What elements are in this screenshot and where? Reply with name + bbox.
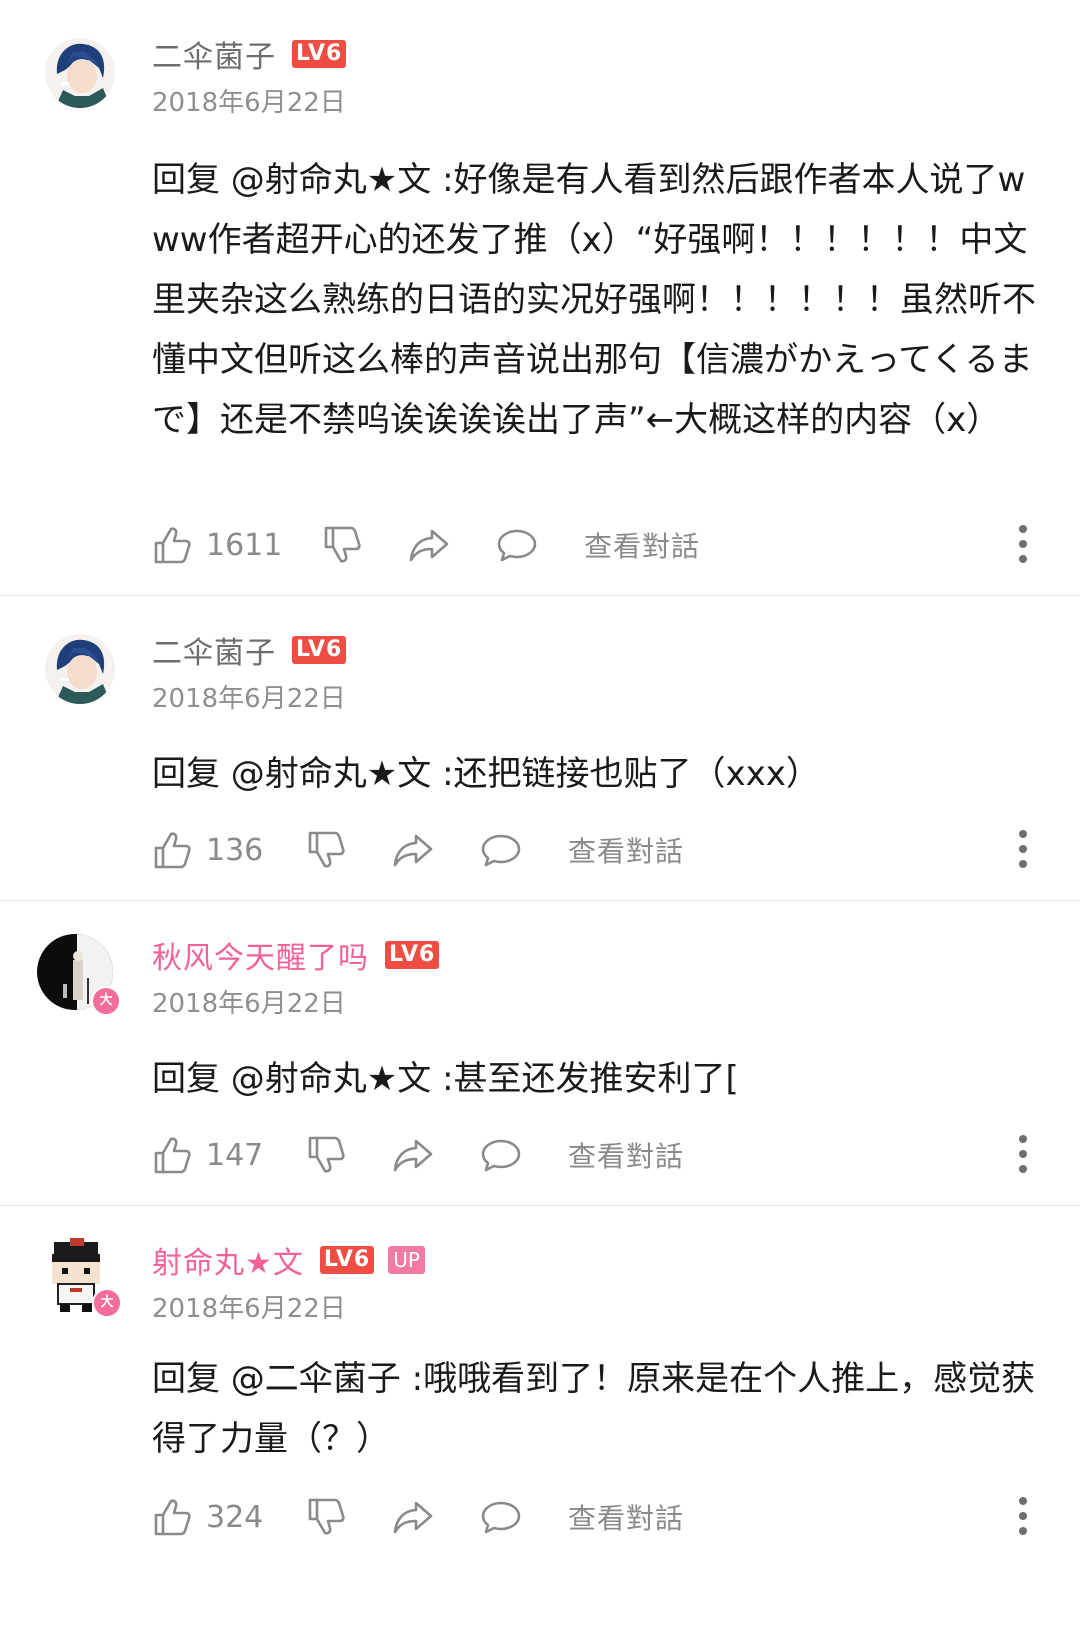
username[interactable]: 二伞菌子 <box>152 32 276 76</box>
like-count: 136 <box>206 832 264 868</box>
more-vertical-icon[interactable] <box>1018 524 1028 564</box>
comment-text: 回复 @射命丸★文 :好像是有人看到然后跟作者本人说了www作者超开心的还发了推… <box>152 160 1036 440</box>
comment-bubble-icon[interactable] <box>480 1135 522 1175</box>
view-conversation-button[interactable]: 查看對話 <box>568 1135 684 1175</box>
username[interactable]: 秋风今天醒了吗 <box>152 933 369 977</box>
comment-bubble-icon[interactable] <box>496 525 538 565</box>
comment-text: 回复 @二伞菌子 :哦哦看到了！原来是在个人推上，感觉获得了力量（？） <box>152 1359 1036 1459</box>
avatar-image <box>45 634 115 704</box>
comment-date: 2018年6月22日 <box>152 989 346 1019</box>
avatar[interactable] <box>45 38 115 108</box>
more-vertical-icon[interactable] <box>1018 1496 1028 1536</box>
comment-item: 二伞菌子 LV6 2018年6月22日 回复 @射命丸★文 :好像是有人看到然后… <box>0 0 1080 596</box>
thumb-down-icon[interactable] <box>306 1135 346 1175</box>
comment-bubble-icon[interactable] <box>480 1497 522 1537</box>
thumb-down-icon[interactable] <box>306 1497 346 1537</box>
avatar[interactable]: 大 <box>37 934 121 1016</box>
like-count: 1611 <box>206 527 283 563</box>
comment-text: 回复 @射命丸★文 :还把链接也贴了（xxx） <box>152 754 820 794</box>
comment-item: 大 秋风今天醒了吗 LV6 2018年6月22日 回复 @射命丸★文 :甚至还发… <box>0 901 1080 1206</box>
thumb-down-icon[interactable] <box>322 525 362 565</box>
share-icon[interactable] <box>392 1135 434 1175</box>
username-row: 二伞菌子 LV6 <box>152 628 347 672</box>
comment-actions: 147 查看對話 <box>152 1130 684 1180</box>
comment-actions: 324 查看對話 <box>152 1492 684 1542</box>
avatar[interactable] <box>45 634 115 704</box>
comment-bubble-icon[interactable] <box>480 830 522 870</box>
avatar[interactable]: 大 <box>40 1238 122 1318</box>
thumb-up-icon[interactable] <box>152 525 192 565</box>
comment-date: 2018年6月22日 <box>152 88 346 118</box>
like-count: 147 <box>206 1137 264 1173</box>
level-badge: LV6 <box>292 636 347 664</box>
up-badge: UP <box>388 1246 425 1274</box>
comment-actions: 136 查看對話 <box>152 825 684 875</box>
comment-item: 大 射命丸★文 LV6 UP 2018年6月22日 回复 @二伞菌子 :哦哦看到… <box>0 1206 1080 1625</box>
comment-actions: 1611 查看對話 <box>152 520 700 570</box>
level-badge: LV6 <box>319 1246 375 1274</box>
username-row: 射命丸★文 LV6 UP <box>152 1238 425 1282</box>
comment-date: 2018年6月22日 <box>152 684 346 714</box>
vip-badge: 大 <box>92 1288 122 1318</box>
username-row: 二伞菌子 LV6 <box>152 32 347 76</box>
thumb-up-icon[interactable] <box>152 1497 192 1537</box>
username-row: 秋风今天醒了吗 LV6 <box>152 933 440 977</box>
view-conversation-button[interactable]: 查看對話 <box>568 1497 684 1537</box>
view-conversation-button[interactable]: 查看對話 <box>584 525 700 565</box>
comment-item: 二伞菌子 LV6 2018年6月22日 回复 @射命丸★文 :还把链接也贴了（x… <box>0 596 1080 901</box>
level-badge: LV6 <box>292 40 347 68</box>
vip-badge: 大 <box>91 986 121 1016</box>
thumb-down-icon[interactable] <box>306 830 346 870</box>
username[interactable]: 射命丸★文 <box>152 1238 304 1282</box>
like-count: 324 <box>206 1499 264 1535</box>
share-icon[interactable] <box>408 525 450 565</box>
share-icon[interactable] <box>392 1497 434 1537</box>
thumb-up-icon[interactable] <box>152 830 192 870</box>
username[interactable]: 二伞菌子 <box>152 628 276 672</box>
level-badge: LV6 <box>385 941 440 969</box>
comment-date: 2018年6月22日 <box>152 1294 346 1324</box>
share-icon[interactable] <box>392 830 434 870</box>
more-vertical-icon[interactable] <box>1018 829 1028 869</box>
avatar-image <box>45 38 115 108</box>
more-vertical-icon[interactable] <box>1018 1134 1028 1174</box>
comment-text: 回复 @射命丸★文 :甚至还发推安利了[ <box>152 1059 739 1099</box>
thumb-up-icon[interactable] <box>152 1135 192 1175</box>
view-conversation-button[interactable]: 查看對話 <box>568 830 684 870</box>
